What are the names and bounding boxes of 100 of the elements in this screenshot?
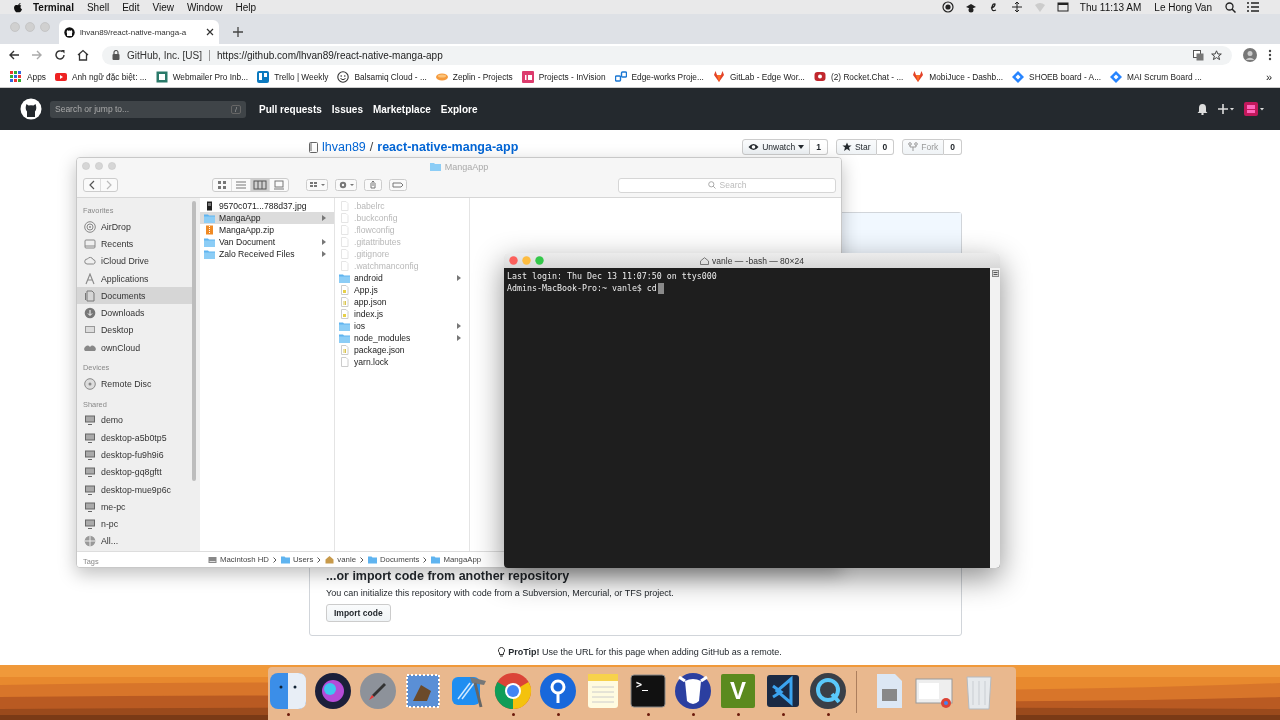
menu-item[interactable]: Shell — [86, 1, 110, 13]
file-row[interactable]: Zalo Received Files — [200, 248, 334, 260]
sidebar-item[interactable]: Applications — [77, 269, 196, 288]
sidebar-item[interactable]: Desktop — [77, 321, 196, 340]
import-code-button[interactable]: Import code — [326, 604, 391, 622]
avatar-icon[interactable] — [1243, 48, 1257, 62]
sidebar-item[interactable]: desktop-mue9p6c — [77, 480, 196, 499]
bookmark[interactable]: Apps — [10, 70, 46, 83]
user-name[interactable]: Le Hong Van — [1154, 1, 1212, 13]
back-icon[interactable] — [8, 49, 20, 61]
file-row[interactable]: ios — [335, 320, 469, 332]
menu-icon[interactable] — [991, 270, 999, 277]
lock-icon — [112, 50, 120, 60]
arrange-icon[interactable] — [306, 179, 328, 191]
search-icon[interactable] — [1225, 1, 1236, 13]
file-row[interactable]: android — [335, 272, 469, 284]
more-icon[interactable] — [1268, 49, 1272, 61]
sidebar-item[interactable]: demo — [77, 411, 196, 429]
sidebar-item[interactable]: Recents — [77, 235, 196, 253]
bookmark[interactable]: Trello | Weekly — [257, 70, 329, 83]
avatar-menu-icon[interactable] — [1244, 102, 1264, 116]
browser-icon[interactable] — [493, 671, 533, 711]
pin-icon[interactable] — [538, 671, 578, 711]
column-view-icon[interactable] — [250, 179, 269, 191]
file-row[interactable]: yarn.lock — [335, 356, 469, 368]
bookmark[interactable]: Edge-works Proje... — [614, 70, 704, 83]
bookmark[interactable]: Projects - InVision — [521, 70, 606, 83]
bookmark[interactable]: Zeplin - Projects — [435, 70, 513, 83]
bookmark[interactable]: Anh ngữ đặc biệt: ... — [54, 70, 147, 83]
sidebar-item[interactable]: iCloud Drive — [77, 252, 196, 270]
bookmark[interactable]: Webmailer Pro Inb... — [155, 70, 249, 83]
bookmark[interactable]: (2) Rocket.Chat - ... — [813, 70, 904, 83]
bookmark[interactable]: MAI Scrum Board ... — [1110, 70, 1202, 83]
sidebar-item[interactable]: desktop-fu9h9i6 — [77, 446, 196, 464]
json-file-icon — [339, 345, 350, 355]
app-menu[interactable]: Terminal — [33, 1, 74, 13]
sidebar-item[interactable]: AirDrop — [77, 218, 196, 236]
gear-icon[interactable] — [335, 179, 357, 191]
bookmark[interactable]: GitLab - Edge Wor... — [712, 70, 805, 83]
file-icon — [339, 357, 350, 367]
nav-link[interactable]: Marketplace — [372, 103, 431, 115]
repo-action-button[interactable]: Unwatch — [742, 139, 811, 155]
home-icon[interactable] — [77, 49, 89, 61]
new-tab-icon[interactable] — [233, 27, 243, 37]
menu-item[interactable]: View — [152, 1, 174, 13]
owner-link[interactable]: lhvan89 — [322, 140, 366, 154]
file-row[interactable]: index.js — [335, 308, 469, 320]
repo-name-link[interactable]: react-native-manga-app — [377, 140, 519, 154]
finder-icon[interactable] — [268, 671, 308, 711]
sidebar-item[interactable]: ownCloud — [77, 339, 196, 357]
file-row[interactable]: MangaApp.zip — [200, 224, 334, 236]
close-icon[interactable] — [206, 28, 214, 36]
menu-item[interactable]: Help — [235, 1, 257, 13]
orb-icon[interactable] — [313, 671, 353, 711]
cat-logo-icon[interactable] — [20, 98, 42, 120]
list-icon[interactable] — [1247, 2, 1259, 12]
nav-link[interactable]: Issues — [331, 103, 363, 115]
sidebar-item[interactable]: Remote Disc — [77, 375, 196, 393]
bookmark[interactable]: MobiJuce - Dashb... — [912, 70, 1004, 83]
plus-menu-icon[interactable] — [1218, 104, 1234, 114]
translate-icon[interactable] — [1193, 49, 1204, 61]
hat-icon[interactable] — [964, 1, 977, 13]
bookmark[interactable]: Balsamiq Cloud - ... — [337, 70, 427, 83]
nav-link[interactable]: Explore — [440, 103, 478, 115]
player-icon[interactable] — [808, 671, 848, 711]
file-row[interactable]: 9570c071...788d37.jpg — [200, 200, 334, 212]
sidebar-item[interactable]: Downloads — [77, 304, 196, 322]
sidebar-item[interactable]: desktop-a5b0tp5 — [77, 428, 196, 447]
nav-link[interactable]: Pull requests — [259, 103, 322, 115]
move-icon[interactable] — [1010, 1, 1023, 13]
bookmark[interactable]: SHOEB board - A... — [1012, 70, 1102, 83]
count-label[interactable]: 0 — [876, 139, 895, 155]
sidebar-item[interactable]: n-pc — [77, 515, 196, 533]
more-bookmarks[interactable]: » — [1265, 70, 1272, 83]
browser-tab[interactable]: lhvan89/react-native-manga-a — [59, 20, 219, 44]
address-bar[interactable]: GitHub, Inc. [US] https://github.com/lhvan89/react-native-manga-app — [102, 45, 1232, 65]
star-icon[interactable] — [1211, 49, 1222, 61]
count-label[interactable]: 1 — [810, 139, 828, 155]
smiley-icon — [337, 70, 350, 83]
file-row[interactable]: App.js — [335, 284, 469, 296]
sidebar-item[interactable]: All... — [77, 532, 196, 551]
menu-item[interactable]: Window — [186, 1, 223, 13]
terminal-icon[interactable] — [628, 671, 668, 711]
file-row[interactable]: Van Document — [200, 236, 334, 248]
file-row[interactable]: package.json — [335, 344, 469, 356]
tag-icon[interactable] — [389, 179, 407, 191]
menu-item[interactable]: Edit — [122, 1, 140, 13]
file-row[interactable]: app.json — [335, 296, 469, 308]
repo-action-button[interactable]: Star — [835, 139, 877, 155]
record-icon[interactable] — [941, 1, 954, 13]
calendar-icon[interactable] — [1056, 1, 1069, 13]
scrollbar[interactable] — [192, 201, 196, 481]
file-row[interactable]: node_modules — [335, 332, 469, 344]
clock[interactable]: Thu 11:13 AM — [1079, 1, 1142, 13]
vim-tile-icon[interactable] — [718, 671, 758, 711]
bell-icon[interactable] — [1197, 103, 1208, 115]
sidebar-item[interactable]: me-pc — [77, 498, 196, 516]
reload-icon[interactable] — [54, 49, 66, 61]
sidebar-item[interactable]: desktop-gq8gftt — [77, 463, 196, 481]
file-row[interactable]: MangaApp — [200, 212, 334, 224]
